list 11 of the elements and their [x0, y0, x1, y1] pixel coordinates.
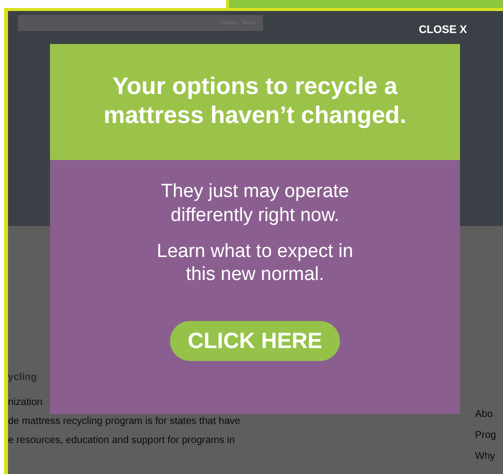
- close-button[interactable]: CLOSE X: [418, 24, 467, 36]
- nav-link[interactable]: Why: [475, 451, 503, 462]
- nav-link[interactable]: Abo: [475, 409, 503, 420]
- body-text: de mattress recycling program is for states that have: [8, 416, 240, 427]
- click-here-button[interactable]: CLICK HERE: [170, 321, 340, 361]
- modal-text: Learn what to expect in this new normal.: [156, 240, 354, 287]
- modal-text: They just may operate differently right now.: [160, 180, 350, 228]
- modal-heading: Your options to recycle a mattress haven’t changed.: [102, 73, 408, 131]
- body-text: e resources, education and support for programs in: [8, 435, 236, 446]
- body-text: nization: [8, 397, 44, 408]
- nav-link[interactable]: Prog: [475, 430, 503, 441]
